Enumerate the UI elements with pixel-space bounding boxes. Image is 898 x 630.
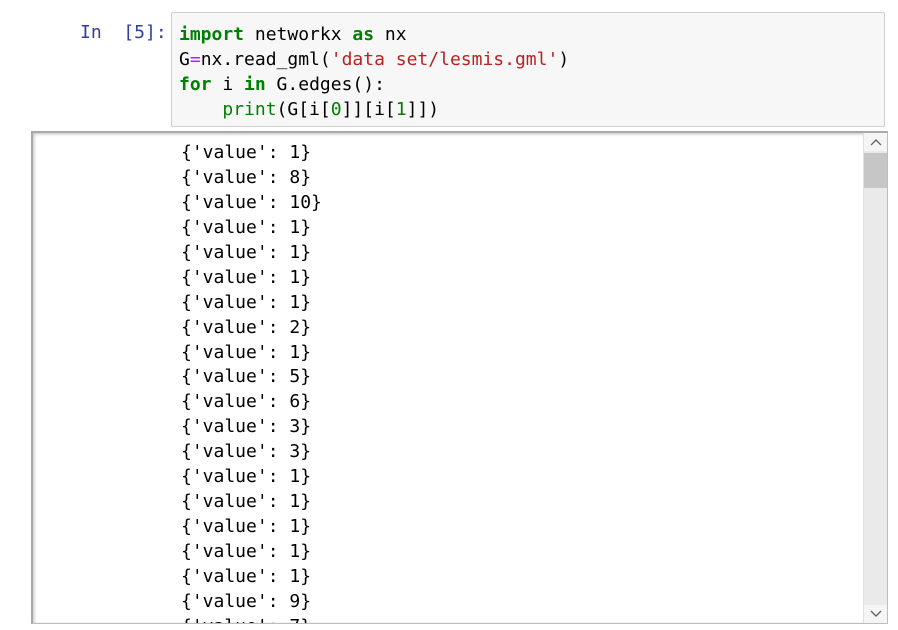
- output-line: {'value': 1}: [181, 216, 312, 238]
- output-line: {'value': 1}: [181, 516, 312, 538]
- number-1: 1: [395, 99, 407, 120]
- code-editor[interactable]: import networkx as nx G=nx.read_gml('dat…: [179, 22, 569, 122]
- code-line-4: print(G[i[0]][i[1]]): [179, 99, 439, 120]
- string-literal: 'data set/lesmis.gml': [330, 49, 559, 70]
- output-line: {'value': 1}: [181, 541, 312, 562]
- keyword-import: import: [179, 24, 245, 45]
- keyword-for: for: [179, 74, 212, 95]
- print-args-a: (G[i[: [276, 99, 331, 120]
- chevron-down-icon: [870, 610, 882, 617]
- assign-operator: =: [189, 49, 201, 70]
- output-line: {'value': 9}: [181, 590, 312, 612]
- builtin-print: print: [222, 99, 277, 120]
- output-text: {'value': 1} {'value': 8} {'value': 10} {'v…: [181, 141, 322, 623]
- output-line: {'value': 10}: [181, 191, 322, 213]
- output-line: {'value': 1}: [181, 491, 312, 513]
- print-args-c: ]]): [406, 99, 440, 120]
- keyword-in: in: [244, 74, 266, 95]
- code-line-2: G=nx.read_gml('data set/lesmis.gml'): [179, 49, 569, 70]
- code-input-area[interactable]: import networkx as nx G=nx.read_gml('dat…: [171, 12, 885, 127]
- output-scrollbar[interactable]: [863, 133, 887, 623]
- output-line: {'value': 8}: [181, 166, 312, 188]
- module-alias: nx: [374, 24, 407, 45]
- output-line: {'value': 7}: [181, 615, 322, 623]
- code-line-1: import networkx as nx: [179, 24, 407, 45]
- print-args-b: ]][i[: [341, 99, 396, 120]
- variable-g: G: [179, 49, 190, 70]
- output-area[interactable]: {'value': 1} {'value': 8} {'value': 10} {'v…: [31, 131, 888, 624]
- loop-variable: i: [211, 74, 245, 95]
- scroll-thumb[interactable]: [864, 153, 887, 188]
- code-line-3: for i in G.edges():: [179, 74, 385, 95]
- scroll-up-button[interactable]: [864, 133, 887, 151]
- output-line: {'value': 1}: [181, 291, 312, 313]
- function-call: nx.read_gml(: [200, 49, 331, 70]
- number-0: 0: [330, 99, 342, 120]
- output-line: {'value': 5}: [181, 366, 312, 388]
- close-paren: ): [558, 49, 570, 70]
- output-line: {'value': 1}: [181, 565, 312, 587]
- output-line: {'value': 1}: [181, 266, 312, 288]
- chevron-up-icon: [870, 139, 882, 146]
- output-line: {'value': 1}: [181, 341, 312, 363]
- module-name: networkx: [244, 24, 353, 45]
- output-line: {'value': 1}: [181, 241, 312, 263]
- input-prompt: In [5]:: [80, 22, 167, 43]
- keyword-as: as: [352, 24, 375, 45]
- output-line: {'value': 3}: [181, 416, 312, 438]
- output-line: {'value': 6}: [181, 391, 312, 413]
- edges-call: G.edges():: [265, 74, 385, 95]
- output-line: {'value': 1}: [181, 466, 312, 488]
- output-line: {'value': 1}: [181, 142, 312, 163]
- output-line: {'value': 2}: [181, 316, 312, 338]
- scroll-down-button[interactable]: [864, 605, 887, 623]
- output-line: {'value': 3}: [181, 441, 312, 463]
